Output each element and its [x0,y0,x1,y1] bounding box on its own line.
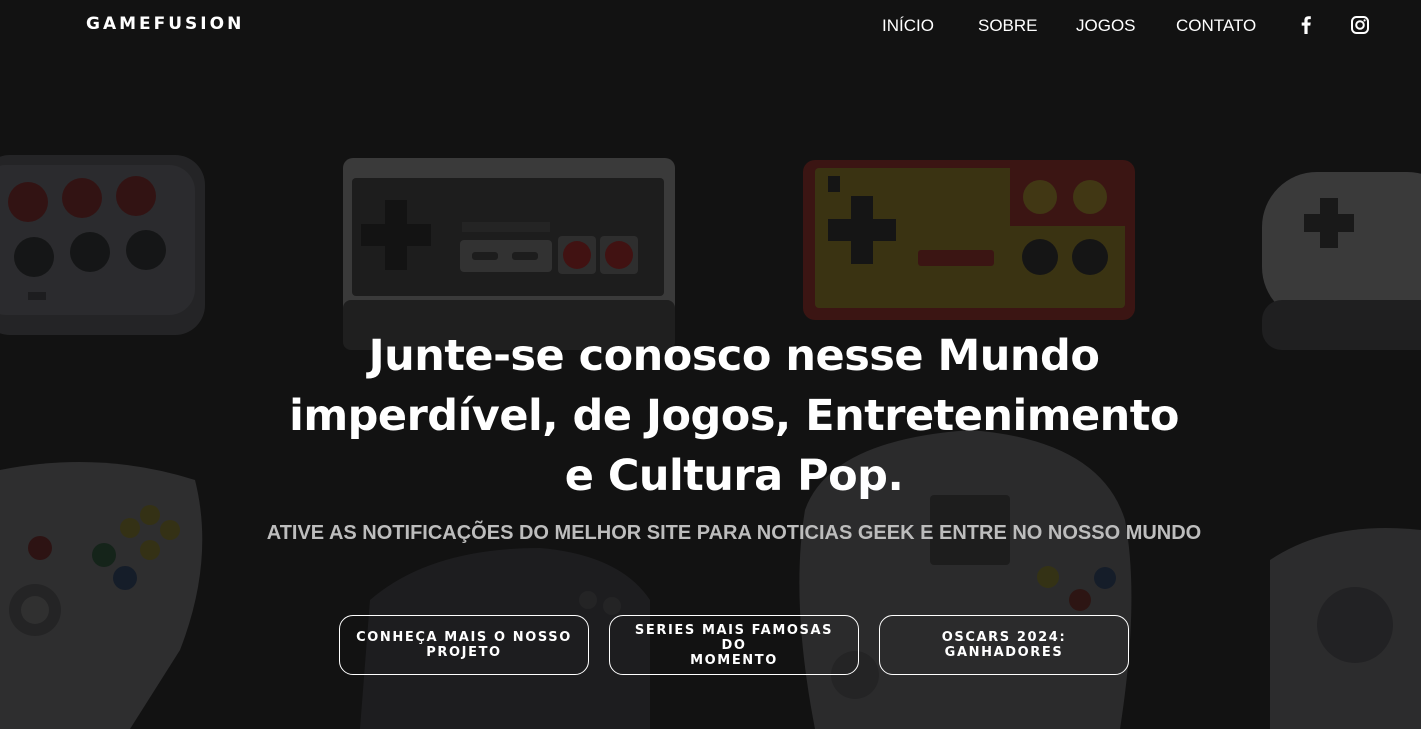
headline-line-3: e Cultura Pop. [564,451,904,501]
button-label: CONHEÇA MAIS O NOSSO PROJETO [356,630,572,660]
button-label-line: CONHEÇA MAIS O NOSSO [356,630,572,645]
hero-headline: Junte-se conosco nesse Mundo imperdível,… [260,326,1208,506]
button-label-line: PROJETO [426,645,502,660]
brand-logo[interactable]: GAMEFUSION [86,14,244,34]
navbar: GAMEFUSION INÍCIO SOBRE JOGOS CONTATO [0,0,1421,52]
nav-link-sobre[interactable]: SOBRE [978,16,1038,36]
headline-line-2: imperdível, de Jogos, Entretenimento [289,391,1179,441]
button-label: OSCARS 2024: GANHADORES [890,630,1118,660]
conheca-projeto-button[interactable]: CONHEÇA MAIS O NOSSO PROJETO [339,615,589,675]
hero-section: GAMEFUSION INÍCIO SOBRE JOGOS CONTATO Ju… [0,0,1421,729]
nav-link-jogos[interactable]: JOGOS [1076,16,1136,36]
nav-link-contato[interactable]: CONTATO [1176,16,1256,36]
nav-link-inicio[interactable]: INÍCIO [882,16,934,36]
button-label-line: SERIES MAIS FAMOSAS DO [634,622,834,653]
headline-line-1: Junte-se conosco nesse Mundo [368,331,1100,381]
button-label-line: OSCARS 2024: GANHADORES [941,630,1067,660]
button-label-line: MOMENTO [690,652,778,668]
series-famosas-button[interactable]: SERIES MAIS FAMOSAS DO MOMENTO [609,615,859,675]
instagram-icon[interactable] [1350,15,1370,35]
button-label: SERIES MAIS FAMOSAS DO MOMENTO [620,623,848,668]
oscars-2024-button[interactable]: OSCARS 2024: GANHADORES [879,615,1129,675]
hero-subtitle: ATIVE AS NOTIFICAÇÕES DO MELHOR SITE PAR… [266,522,1202,544]
facebook-icon[interactable] [1296,15,1316,35]
